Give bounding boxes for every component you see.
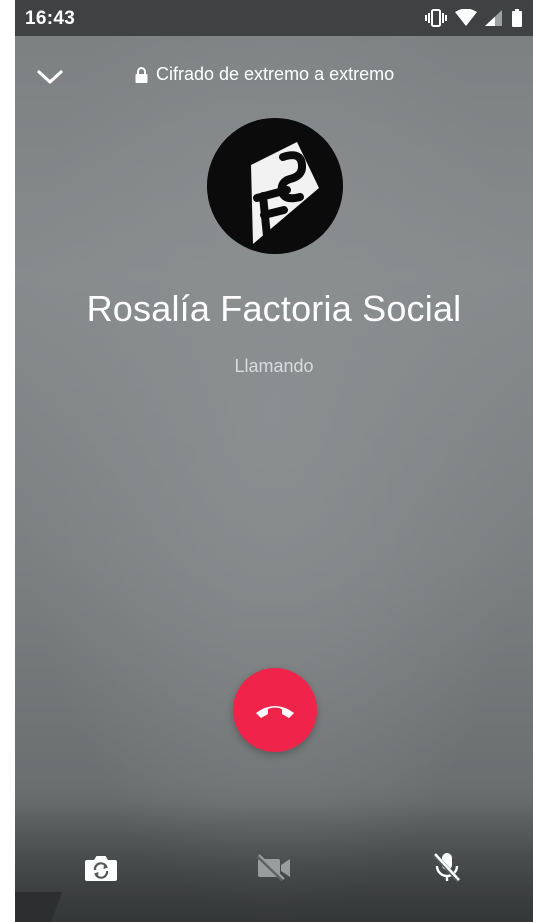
video-off-icon: [255, 854, 293, 882]
end-call-icon: [254, 700, 296, 720]
encryption-label: Cifrado de extremo a extremo: [156, 64, 395, 84]
lock-icon: [135, 66, 148, 83]
encryption-notice: Cifrado de extremo a extremo: [135, 64, 394, 85]
call-controls: [15, 846, 533, 890]
call-header: Cifrado de extremo a extremo: [15, 56, 533, 96]
video-toggle-button[interactable]: [252, 846, 296, 890]
battery-icon: [511, 9, 523, 27]
status-bar: 16:43: [15, 0, 533, 36]
status-time: 16:43: [25, 8, 76, 29]
mute-button[interactable]: [425, 846, 469, 890]
vibrate-icon: [425, 9, 447, 27]
end-call-button[interactable]: [233, 668, 317, 752]
switch-camera-button[interactable]: [79, 846, 123, 890]
mic-off-icon: [432, 852, 462, 884]
collapse-button[interactable]: [35, 62, 65, 92]
signal-icon: [485, 9, 503, 27]
switch-camera-icon: [84, 854, 118, 882]
wifi-icon: [455, 9, 477, 27]
call-status: Llamando: [234, 356, 314, 376]
status-icons: [425, 9, 523, 27]
chevron-down-icon: [37, 69, 63, 85]
call-screen: 16:43 Cifrado de extremo a extremo Rosal…: [15, 0, 533, 922]
contact-name: Rosalía Factoria Social: [86, 288, 462, 329]
contact-avatar: [207, 118, 343, 254]
